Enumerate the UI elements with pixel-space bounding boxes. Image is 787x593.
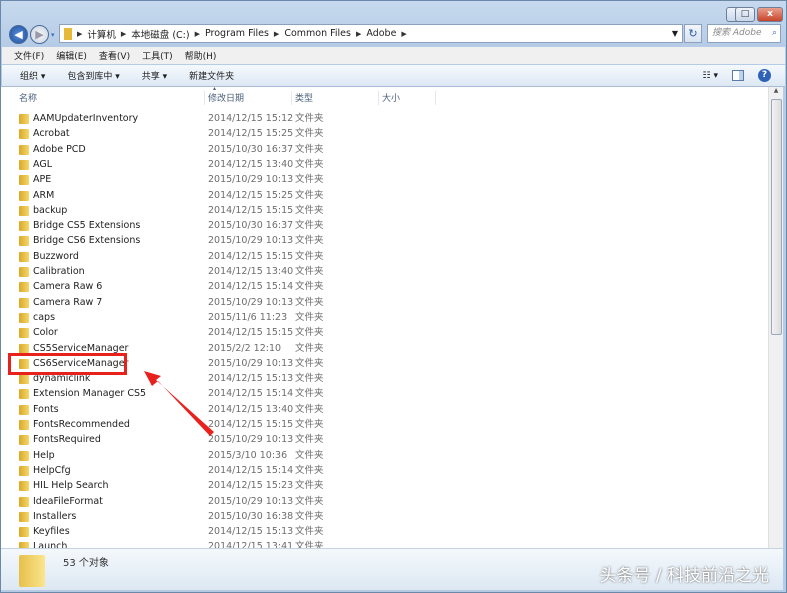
annotation-arrow (144, 371, 214, 436)
